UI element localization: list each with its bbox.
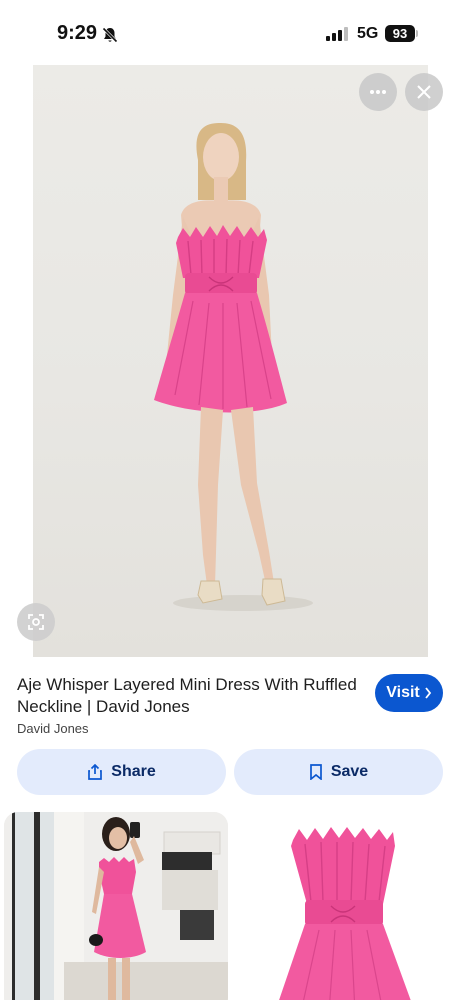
product-title[interactable]: Aje Whisper Layered Mini Dress With Ruff… — [17, 674, 367, 718]
more-horizontal-icon — [370, 90, 386, 94]
share-button[interactable]: Share — [17, 749, 226, 795]
share-icon — [88, 764, 103, 780]
more-options-button[interactable] — [359, 73, 397, 111]
related-result-image[interactable] — [235, 812, 456, 1000]
battery-indicator: 93 — [385, 25, 415, 42]
close-button[interactable] — [405, 73, 443, 111]
model-photo — [154, 123, 313, 611]
battery-tip — [416, 30, 418, 37]
status-bar: 9:29 5G 93 — [0, 0, 460, 64]
product-image[interactable] — [33, 65, 428, 657]
mirror-selfie-photo — [4, 812, 228, 1000]
cellular-signal-icon — [326, 27, 348, 41]
related-result-image[interactable] — [4, 812, 228, 1000]
bell-slash-icon — [102, 27, 118, 43]
save-button[interactable]: Save — [234, 749, 443, 795]
lens-search-button[interactable] — [17, 603, 55, 641]
chevron-right-icon — [425, 687, 431, 699]
close-icon — [417, 85, 431, 99]
lens-search-icon — [28, 614, 44, 630]
status-time: 9:29 — [57, 22, 98, 44]
product-source: David Jones — [17, 721, 89, 736]
network-type: 5G — [357, 25, 379, 42]
product-cutout-photo — [235, 812, 456, 1000]
save-label: Save — [330, 763, 369, 780]
bookmark-icon — [309, 764, 322, 780]
visit-button[interactable]: Visit — [375, 674, 443, 712]
share-label: Share — [111, 763, 156, 780]
visit-label: Visit — [386, 684, 420, 701]
